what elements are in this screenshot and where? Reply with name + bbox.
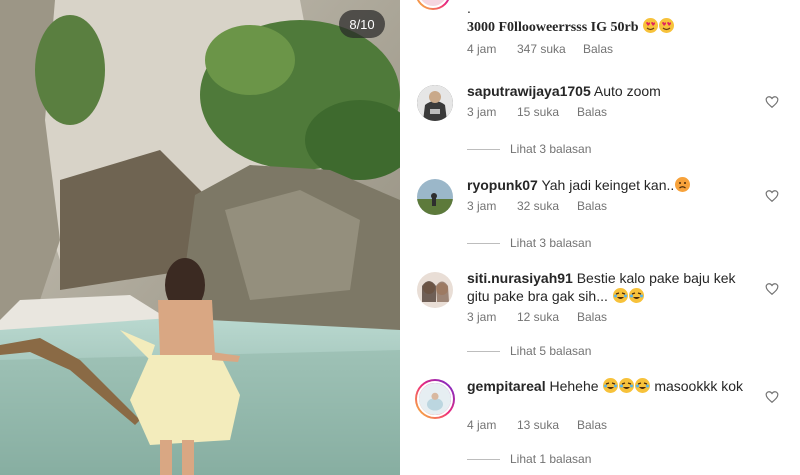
comment-meta: 4 jam 347 suka Balas: [467, 42, 613, 56]
comment-username[interactable]: ryopunk07: [467, 177, 538, 193]
reply-button[interactable]: Balas: [583, 42, 613, 56]
heart-eyes-emoji-icon: [642, 18, 658, 33]
comment-username[interactable]: gempitareal: [467, 378, 546, 394]
comments-panel[interactable]: . 3000 F0llooweerrsss IG 50rb 4 jam 347 …: [400, 0, 800, 475]
comment-time: 3 jam: [467, 105, 497, 119]
view-replies-button[interactable]: Lihat 1 balasan: [467, 452, 591, 466]
post-photo[interactable]: 8/10: [0, 0, 400, 475]
reply-button[interactable]: Balas: [577, 199, 607, 213]
avatar[interactable]: [417, 179, 453, 215]
view-replies-button[interactable]: Lihat 5 balasan: [467, 344, 591, 358]
comment-username[interactable]: siti.nurasiyah91: [467, 270, 573, 286]
like-heart-icon[interactable]: [765, 95, 779, 109]
laughing-emoji-icon: [612, 288, 628, 303]
like-heart-icon[interactable]: [765, 390, 779, 404]
comment-meta: 3 jam 12 suka Balas: [467, 310, 607, 324]
worried-emoji-icon: [675, 177, 691, 192]
comment-time: 3 jam: [467, 199, 497, 213]
comment-likes[interactable]: 12 suka: [517, 310, 577, 324]
divider: [467, 242, 500, 244]
comment-likes[interactable]: 15 suka: [517, 105, 577, 119]
beach-cliff-photo: [0, 0, 400, 475]
laughing-emoji-icon: [603, 378, 619, 393]
view-replies-button[interactable]: Lihat 3 balasan: [467, 236, 591, 250]
divider: [467, 350, 500, 352]
comment-likes[interactable]: 347 suka: [517, 42, 583, 56]
avatar[interactable]: [417, 272, 453, 308]
divider: [467, 148, 500, 150]
photo-counter: 8/10: [339, 10, 385, 38]
comment-text: gempitareal Hehehe masookkk kok: [467, 378, 744, 394]
reply-button[interactable]: Balas: [577, 310, 607, 324]
like-heart-icon[interactable]: [765, 189, 779, 203]
comment-likes[interactable]: 13 suka: [517, 418, 577, 432]
laughing-emoji-icon: [628, 288, 644, 303]
laughing-emoji-icon: [635, 378, 651, 393]
comment-meta: 3 jam 32 suka Balas: [467, 199, 607, 213]
avatar[interactable]: [415, 0, 451, 10]
heart-eyes-emoji-icon: [658, 18, 674, 33]
comment-text: 3000 F0llooweerrsss IG 50rb: [467, 18, 674, 36]
comment-time: 3 jam: [467, 310, 497, 324]
reply-button[interactable]: Balas: [577, 418, 607, 432]
comment-meta: 3 jam 15 suka Balas: [467, 105, 607, 119]
comment-text: .: [467, 0, 471, 16]
comment-text: siti.nurasiyah91 Bestie kalo pake baju k…: [467, 270, 736, 304]
comment-likes[interactable]: 32 suka: [517, 199, 577, 213]
comment-text: saputrawijaya1705 Auto zoom: [467, 83, 661, 99]
comment-time: 4 jam: [467, 42, 497, 56]
laughing-emoji-icon: [619, 378, 635, 393]
comment-time: 4 jam: [467, 418, 497, 432]
reply-button[interactable]: Balas: [577, 105, 607, 119]
view-replies-button[interactable]: Lihat 3 balasan: [467, 142, 591, 156]
avatar[interactable]: [417, 85, 453, 121]
comment-username[interactable]: saputrawijaya1705: [467, 83, 591, 99]
avatar[interactable]: [415, 379, 455, 419]
divider: [467, 458, 500, 460]
like-heart-icon[interactable]: [765, 282, 779, 296]
comment-text: ryopunk07 Yah jadi keinget kan..: [467, 176, 757, 194]
comment-meta: 4 jam 13 suka Balas: [467, 418, 607, 432]
